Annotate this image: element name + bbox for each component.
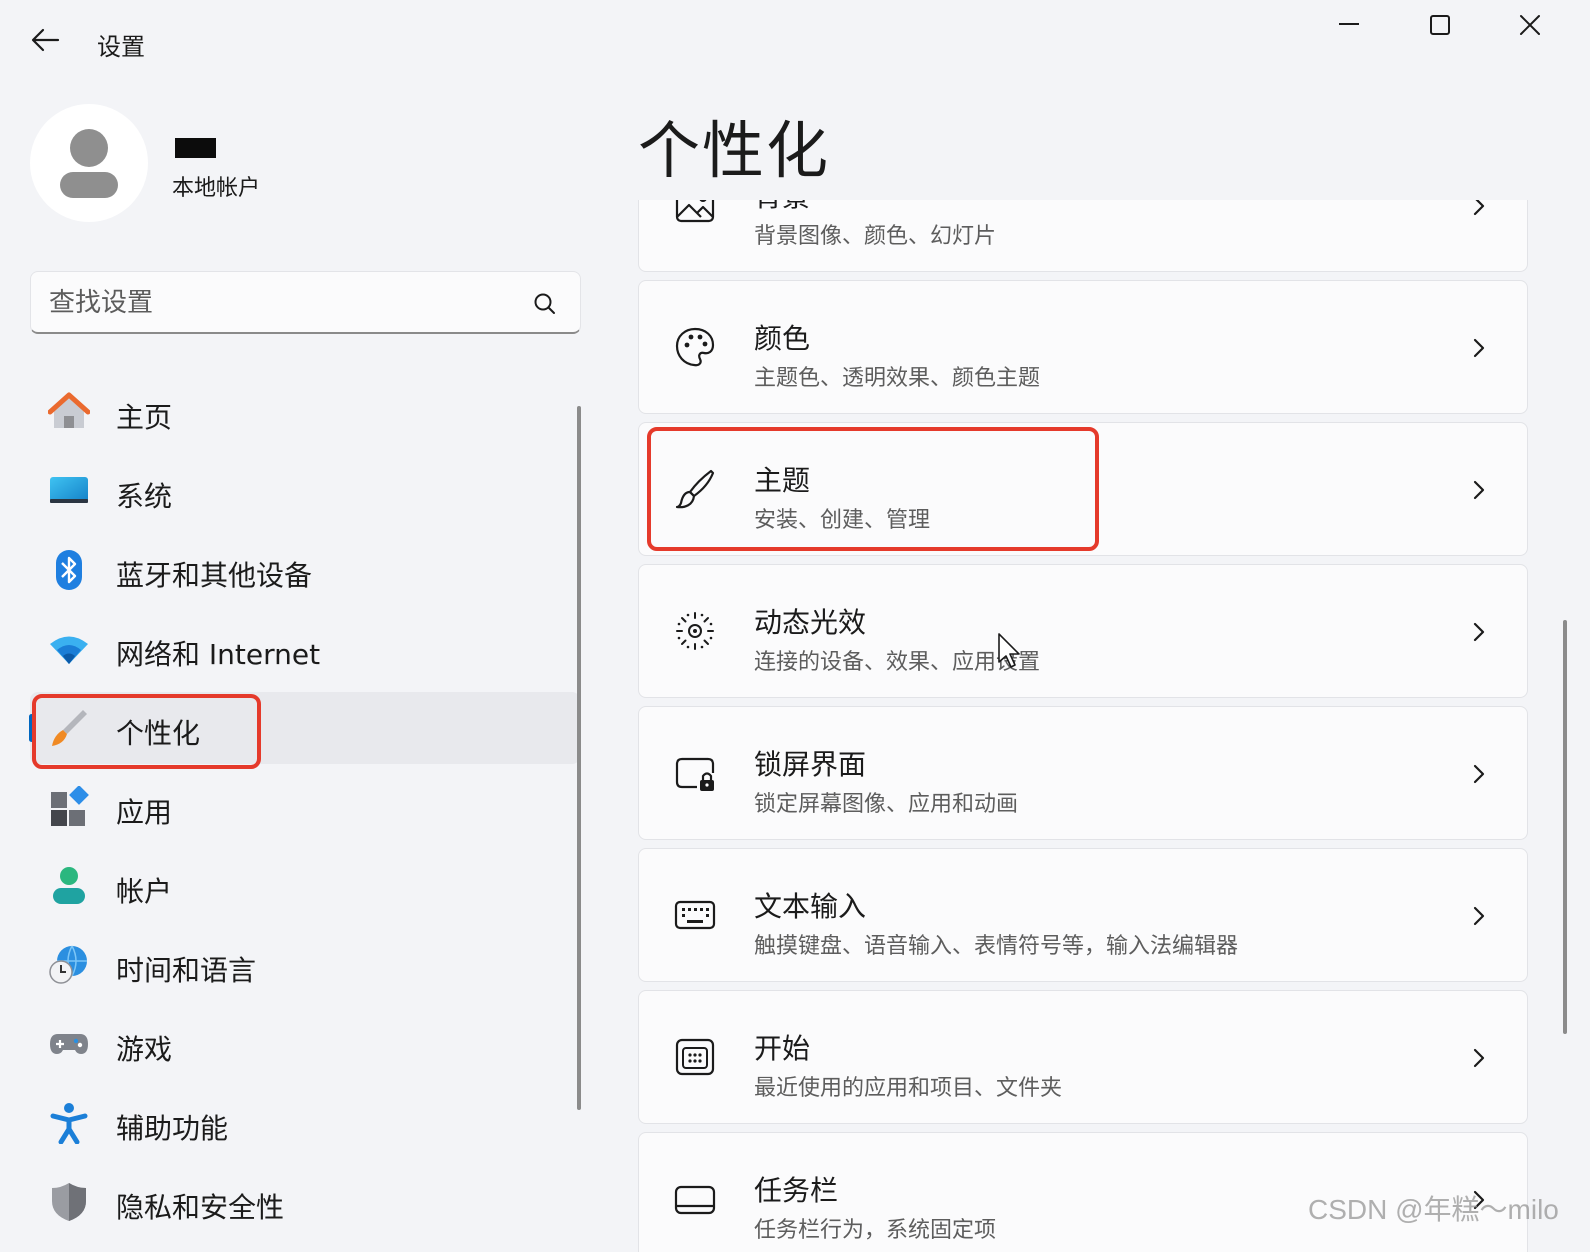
card-title: 文本输入 [754,890,867,923]
arrow-left-icon [31,28,60,52]
card-description: 主题色、透明效果、颜色主题 [754,366,1041,391]
keyboard-icon [673,893,717,937]
back-button[interactable] [28,22,64,58]
sidebar-item-personalization[interactable]: 个性化 [29,692,580,764]
title-bar: 设置 [0,0,1590,80]
sidebar-item-system[interactable]: 系统 [30,455,580,527]
sidebar-item-label: 游戏 [116,1033,173,1066]
card-dynamic-lighting[interactable]: 动态光效 连接的设备、效果、应用设置 [638,564,1528,698]
search-box[interactable] [30,271,581,334]
card-description: 最近使用的应用和项目、文件夹 [754,1076,1063,1101]
chevron-right-icon [1467,759,1491,789]
start-icon [673,1035,717,1079]
shield-icon [48,1181,90,1223]
sidebar-item-label: 蓝牙和其他设备 [116,559,313,592]
minimize-button[interactable] [1325,6,1373,46]
selection-indicator [29,714,34,742]
sidebar-item-gaming[interactable]: 游戏 [30,1008,580,1080]
maximize-button[interactable] [1416,6,1464,46]
close-button[interactable] [1506,6,1554,46]
sidebar-item-privacy[interactable]: 隐私和安全性 [30,1166,580,1238]
chevron-right-icon [1467,617,1491,647]
card-description: 锁定屏幕图像、应用和动画 [754,792,1019,817]
card-title: 动态光效 [754,606,867,639]
sidebar-item-accessibility[interactable]: 辅助功能 [30,1087,580,1159]
sidebar-item-bluetooth[interactable]: 蓝牙和其他设备 [30,534,580,606]
minimize-icon [1339,23,1359,25]
sidebar-item-label: 时间和语言 [116,954,257,987]
watermark: CSDN @年糕～milo [1308,1194,1559,1225]
card-description: 安装、创建、管理 [754,508,931,533]
sidebar-item-label: 帐户 [116,875,173,908]
image-icon [673,200,717,227]
sidebar-item-accounts[interactable]: 帐户 [30,850,580,922]
avatar[interactable] [30,104,148,222]
card-themes[interactable]: 主题 安装、创建、管理 [638,422,1528,556]
page-title: 个性化 [638,114,831,187]
sidebar-scrollbar[interactable] [577,406,581,1110]
card-background[interactable]: 背景 背景图像、颜色、幻灯片 [638,200,1528,272]
person-silhouette-icon [60,129,118,198]
card-start[interactable]: 开始 最近使用的应用和项目、文件夹 [638,990,1528,1124]
card-title: 背景 [754,200,810,215]
card-title: 任务栏 [754,1174,839,1207]
monitor-icon [48,470,90,512]
card-title: 锁屏界面 [754,748,867,781]
sidebar-item-network[interactable]: 网络和 Internet [30,613,580,685]
search-icon[interactable] [531,290,559,318]
card-title: 主题 [754,464,811,497]
card-description: 任务栏行为，系统固定项 [754,1218,997,1243]
account-type: 本地帐户 [172,176,261,201]
sidebar-item-label: 辅助功能 [116,1112,229,1145]
card-description: 触摸键盘、语音输入、表情符号等，输入法编辑器 [754,934,1239,959]
globe-clock-icon [48,944,90,986]
sidebar-item-home[interactable]: 主页 [30,376,580,448]
maximize-icon [1430,15,1450,35]
wifi-icon [48,628,90,670]
taskbar-icon [673,1177,717,1221]
account-name-redacted [175,138,216,158]
sidebar-item-label: 个性化 [116,717,201,750]
card-title: 开始 [754,1032,811,1065]
sidebar-item-label: 应用 [116,796,173,829]
sidebar-item-time-language[interactable]: 时间和语言 [30,929,580,1001]
person-icon [48,865,90,907]
palette-icon [673,325,717,369]
sidebar-nav: 主页 系统 蓝牙和其他设备 网络和 Internet 个性化 应用 帐户 时间和… [29,376,580,1245]
sidebar-item-label: 主页 [116,401,173,434]
sidebar-item-apps[interactable]: 应用 [30,771,580,843]
card-lock-screen[interactable]: 锁屏界面 锁定屏幕图像、应用和动画 [638,706,1528,840]
gamepad-icon [48,1023,90,1065]
home-icon [48,391,90,433]
chevron-right-icon [1467,200,1491,221]
chevron-right-icon [1467,475,1491,505]
chevron-right-icon [1467,333,1491,363]
mouse-pointer-icon [997,632,1023,670]
brush-icon [673,467,717,511]
chevron-right-icon [1467,1043,1491,1073]
search-input[interactable] [49,284,519,322]
sidebar-item-label: 隐私和安全性 [116,1191,285,1224]
card-description: 背景图像、颜色、幻灯片 [754,224,997,249]
lock-screen-icon [673,751,717,795]
main-scrollbar[interactable] [1563,620,1567,1034]
apps-icon [48,786,90,828]
close-icon [1520,15,1540,35]
card-title: 颜色 [754,322,811,355]
sidebar-item-label: 网络和 Internet [116,638,321,671]
chevron-right-icon [1467,901,1491,931]
card-colors[interactable]: 颜色 主题色、透明效果、颜色主题 [638,280,1528,414]
sidebar-item-label: 系统 [116,480,173,513]
paintbrush-icon [48,707,90,749]
accessibility-icon [48,1102,90,1144]
card-text-input[interactable]: 文本输入 触摸键盘、语音输入、表情符号等，输入法编辑器 [638,848,1528,982]
app-title: 设置 [97,33,145,61]
bluetooth-icon [48,549,90,591]
dynamic-lighting-icon [673,609,717,653]
settings-list: 背景 背景图像、颜色、幻灯片 颜色 主题色、透明效果、颜色主题 主题 安装、创建… [638,200,1530,1252]
